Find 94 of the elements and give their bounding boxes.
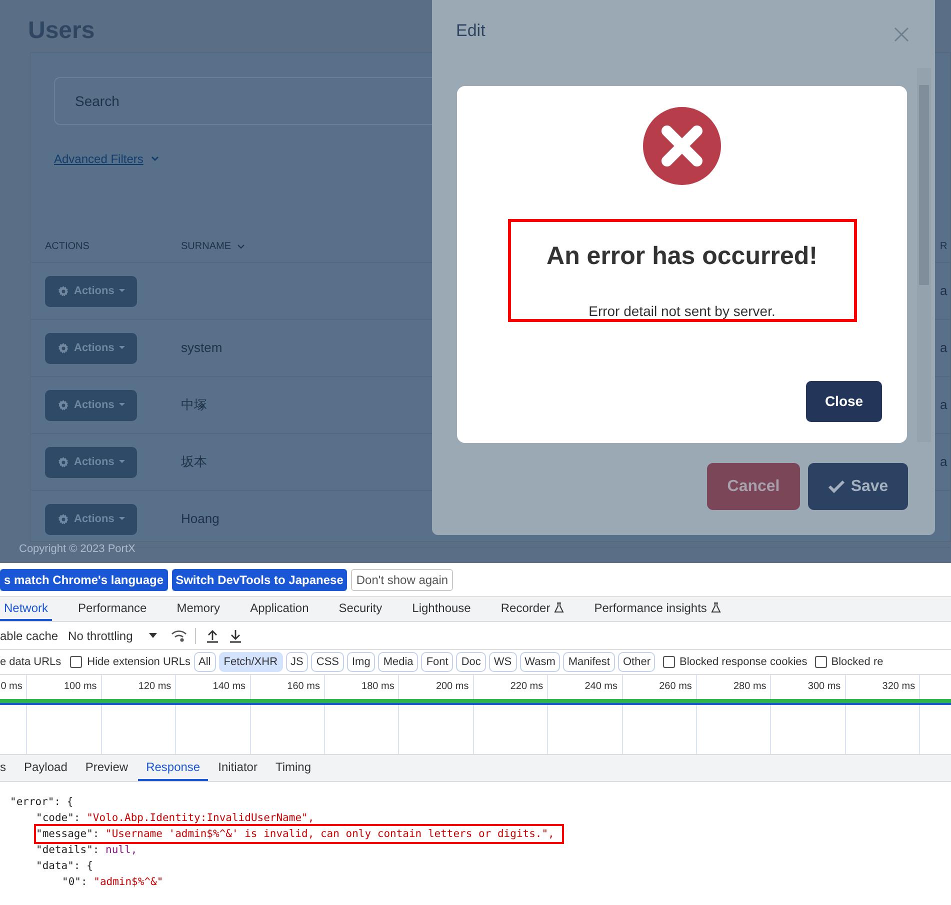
sort-icon — [237, 244, 246, 249]
upload-icon[interactable] — [206, 628, 219, 642]
timeline-tick: 260 ms — [659, 680, 693, 694]
gear-icon — [58, 400, 69, 410]
footer-text: Copyright © 2023 PortX — [19, 542, 136, 557]
gear-icon — [58, 286, 69, 296]
detail-tab[interactable]: Timing — [267, 754, 320, 781]
flask-icon — [554, 602, 564, 613]
gear-icon — [58, 514, 69, 524]
filter-chip[interactable]: WS — [488, 652, 517, 672]
caret-icon — [148, 633, 157, 638]
response-line: "data": { — [36, 859, 93, 874]
wifi-settings-icon[interactable] — [170, 630, 187, 642]
response-line: "message": "Username 'admin$%^&' is invalid, can only contain letters or digits.", — [36, 826, 562, 842]
timeline-tick: 180 ms — [362, 680, 396, 694]
gear-icon — [58, 342, 69, 354]
table-cell: 坂本 — [181, 454, 207, 469]
close-button[interactable]: Close — [806, 381, 882, 422]
timeline-tick: 200 ms — [436, 680, 470, 694]
language-bar-button[interactable]: Don't show again — [351, 568, 454, 590]
scrollbar[interactable] — [917, 68, 931, 442]
timeline-tick: 320 ms — [882, 680, 916, 694]
cache-label: able cache — [0, 628, 58, 644]
timeline-tick: 240 ms — [584, 680, 619, 694]
filter-chip[interactable]: Doc — [456, 652, 486, 672]
column-header: ACTIONS — [44, 240, 90, 254]
table-cell: system — [181, 340, 222, 355]
filter-chip[interactable]: Media — [378, 652, 418, 672]
filter-chip[interactable]: Wasm — [520, 652, 560, 672]
caret-icon — [119, 346, 126, 350]
caret-icon — [119, 460, 126, 464]
table-cell: a — [940, 397, 948, 412]
response-line: "0": "admin$%^&" — [62, 875, 164, 890]
filter-chip[interactable]: Manifest — [563, 652, 615, 672]
checkbox[interactable] — [663, 656, 676, 668]
timeline-tick: 160 ms — [287, 680, 321, 694]
modal-title: Edit — [456, 20, 486, 42]
timeline-tick: 280 ms — [734, 680, 768, 694]
error-detail: Error detail not sent by server. — [588, 302, 776, 321]
response-line: "details": null, — [36, 843, 138, 858]
language-bar-button[interactable]: s match Chrome's language — [0, 568, 168, 590]
caret-icon — [119, 289, 126, 293]
filter-chip[interactable]: CSS — [311, 652, 344, 672]
save-button[interactable]: Save — [808, 463, 908, 510]
filter-chip[interactable]: All — [194, 652, 216, 672]
detail-tab[interactable]: Initiator — [210, 754, 266, 781]
timeline-tick: 300 ms — [808, 680, 842, 694]
detail-tab[interactable]: Payload — [16, 754, 76, 781]
filter-chip[interactable]: Img — [347, 652, 376, 672]
filter-label: e data URLs — [0, 654, 62, 670]
column-header: R — [940, 240, 948, 254]
devtools-tab[interactable]: Application — [246, 596, 313, 621]
table-cell: a — [940, 454, 948, 469]
table-cell: Hoang — [181, 511, 220, 526]
devtools-tab[interactable]: Network — [0, 596, 52, 621]
filter-chip[interactable]: Fetch/XHR — [218, 652, 283, 672]
checkbox[interactable] — [70, 656, 82, 668]
checkbox-label: Blocked re — [831, 654, 884, 670]
table-cell: 中塚 — [181, 397, 207, 412]
error-title: An error has occurred! — [546, 241, 818, 272]
flask-icon — [710, 602, 721, 613]
checkbox[interactable] — [815, 656, 828, 668]
check-icon — [828, 480, 845, 493]
caret-icon — [119, 517, 126, 521]
devtools-tab[interactable]: Performance insights — [590, 596, 725, 621]
timeline-tick: 140 ms — [212, 680, 247, 694]
timeline-tick: 0 ms — [0, 680, 24, 694]
chevron-down-icon — [151, 156, 160, 162]
timeline-tick: 220 ms — [510, 680, 544, 694]
timeline-tick: 120 ms — [138, 680, 172, 694]
response-line: "code": "Volo.Abp.Identity:InvalidUserName", — [36, 811, 314, 826]
detail-tab[interactable]: Preview — [77, 754, 136, 781]
error-icon — [643, 107, 721, 185]
devtools-tab[interactable]: Memory — [172, 596, 224, 621]
caret-icon — [119, 403, 126, 407]
devtools-tab[interactable]: Performance — [74, 596, 151, 621]
table-cell: a — [940, 340, 948, 355]
table-cell: a — [940, 283, 948, 298]
detail-tab[interactable]: Response — [138, 754, 208, 781]
filter-chip[interactable]: Font — [421, 652, 454, 672]
devtools-tab[interactable]: Lighthouse — [408, 596, 475, 621]
language-bar-button[interactable]: Switch DevTools to Japanese — [172, 568, 348, 590]
detail-tab[interactable]: s — [0, 754, 14, 781]
throttling-dropdown[interactable]: No throttling — [68, 626, 157, 644]
checkbox-label: Hide extension URLs — [87, 654, 190, 670]
download-icon[interactable] — [228, 628, 242, 642]
devtools-tab[interactable]: Recorder — [496, 596, 568, 621]
checkbox-label: Blocked response cookies — [679, 654, 808, 670]
gear-icon — [58, 456, 69, 468]
devtools-tab[interactable]: Security — [334, 596, 386, 621]
response-line: "error": { — [10, 795, 74, 810]
filter-chip[interactable]: JS — [286, 652, 308, 672]
timeline-tick: 100 ms — [64, 680, 98, 694]
filter-chip[interactable]: Other — [618, 652, 656, 672]
